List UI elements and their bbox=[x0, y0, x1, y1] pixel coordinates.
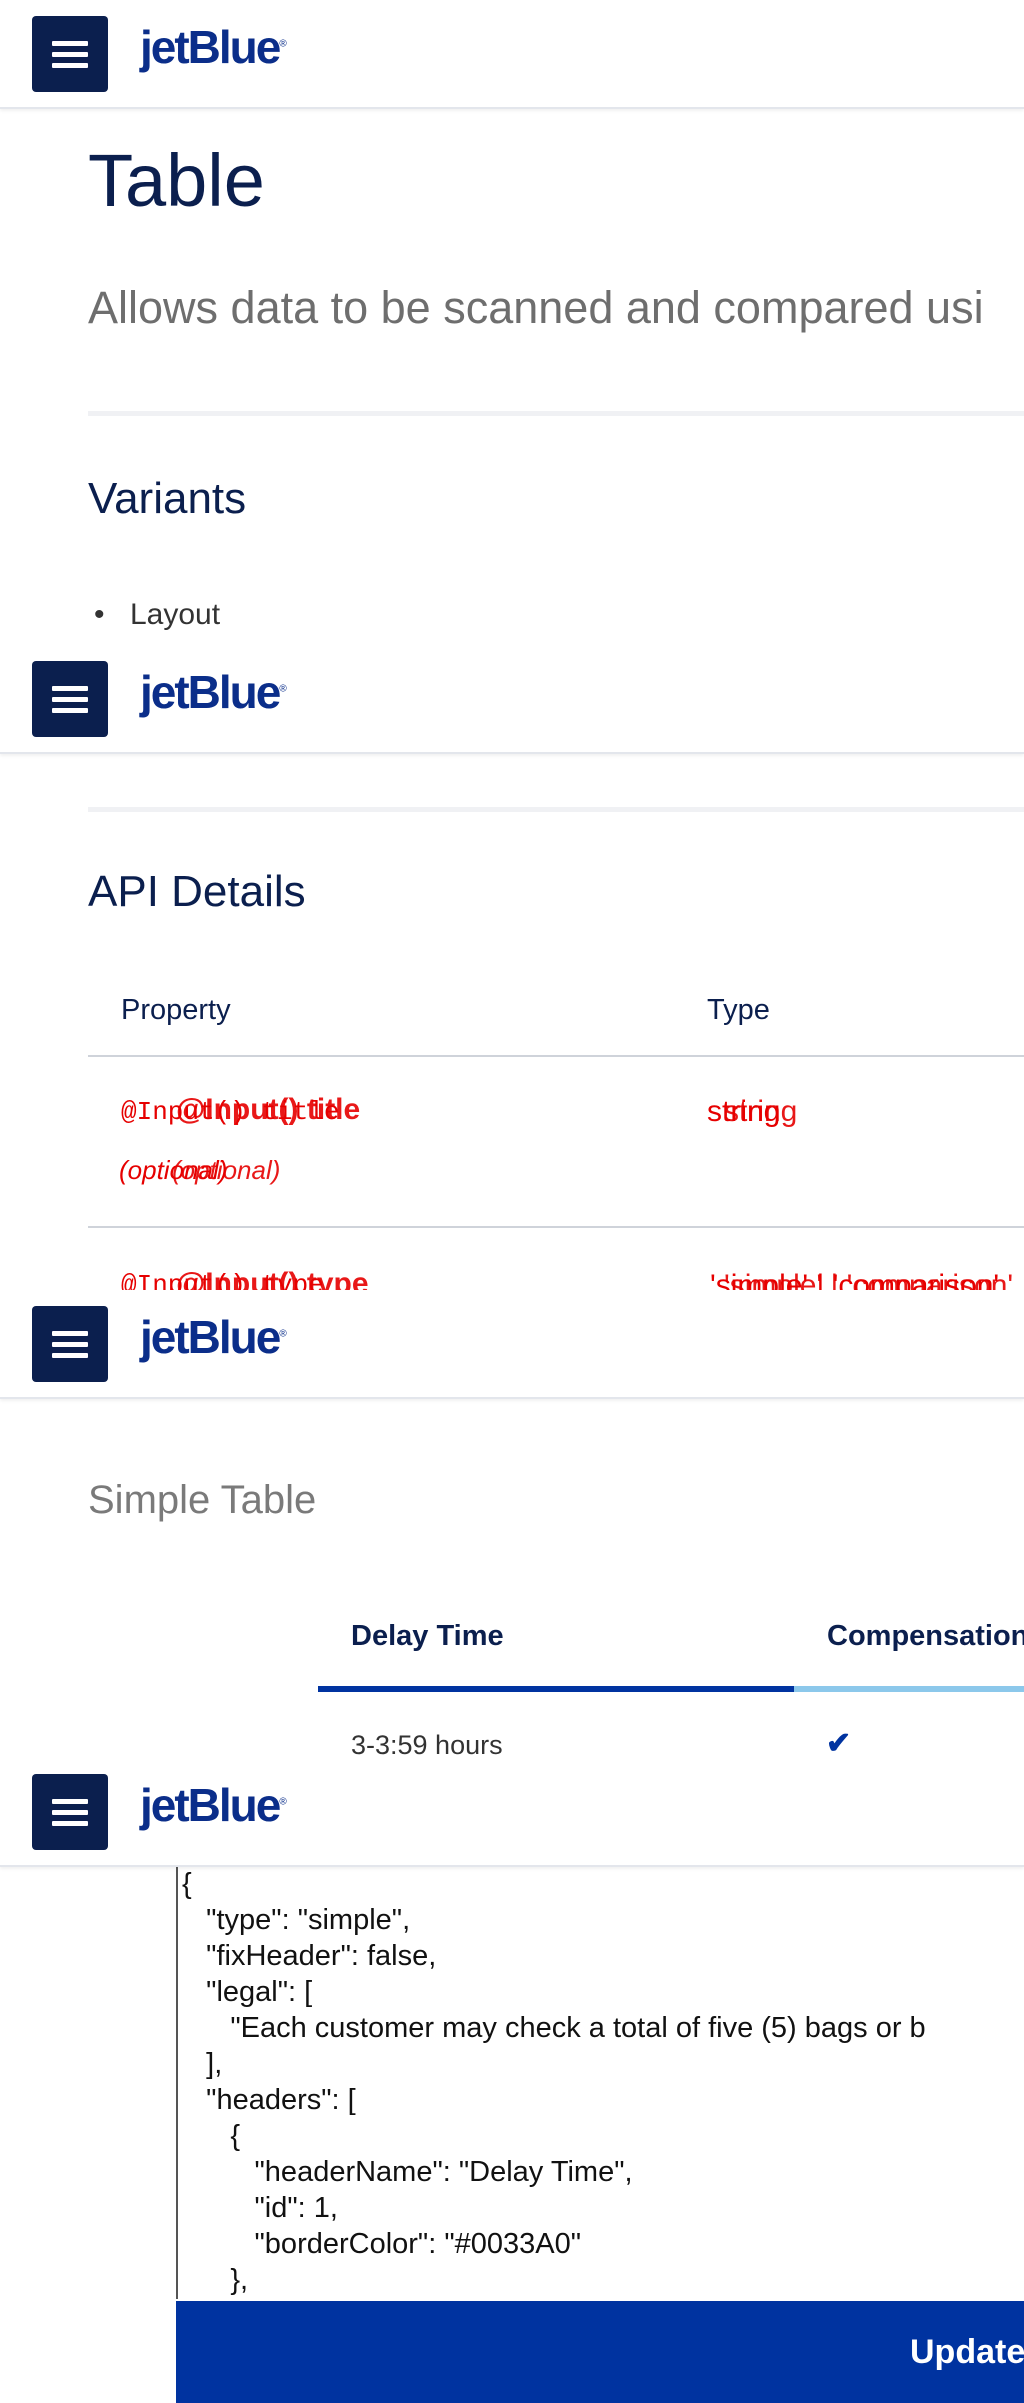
property-type-overlay: string bbox=[724, 1095, 798, 1128]
jetblue-logo[interactable]: jetBlue® bbox=[140, 665, 287, 719]
section-divider bbox=[88, 807, 1024, 812]
checkmark-icon: ✔ bbox=[826, 1727, 852, 1758]
column-header-compensation: Compensation bbox=[827, 1620, 1024, 1652]
column-header-delay-time: Delay Time bbox=[351, 1620, 504, 1652]
section-divider bbox=[88, 411, 1024, 416]
optional-label-overlay: (optional) bbox=[172, 1155, 281, 1185]
column-border-compensation bbox=[794, 1686, 1024, 1692]
simple-table-heading: Simple Table bbox=[88, 1478, 317, 1522]
variants-heading: Variants bbox=[88, 474, 247, 523]
jetblue-logo[interactable]: jetBlue® bbox=[140, 1778, 287, 1832]
column-border-delay-time bbox=[318, 1686, 794, 1692]
delay-time-cell: 3-3:59 hours bbox=[351, 1730, 503, 1758]
top-header: jetBlue® bbox=[0, 645, 1024, 754]
variant-item-layout[interactable]: Layout bbox=[94, 598, 220, 632]
hamburger-menu-icon[interactable] bbox=[32, 1306, 108, 1382]
jetblue-logo[interactable]: jetBlue® bbox=[140, 1310, 287, 1364]
screen-segment-3: jetBlue® Simple Table Delay Time Compens… bbox=[0, 1290, 1024, 1758]
screen-segment-1: jetBlue® Table Allows data to be scanned… bbox=[0, 0, 1024, 645]
property-type-overlay: 'simple' | 'comparison' bbox=[724, 1269, 1014, 1290]
top-header: jetBlue® bbox=[0, 1290, 1024, 1399]
table-divider bbox=[88, 1055, 1024, 1057]
top-header: jetBlue® bbox=[0, 0, 1024, 109]
page-intro: Allows data to be scanned and compared u… bbox=[88, 282, 984, 333]
update-button-label: Update bbox=[910, 2333, 1024, 2371]
hamburger-menu-icon[interactable] bbox=[32, 1774, 108, 1850]
update-button[interactable]: Update bbox=[176, 2301, 1024, 2403]
property-name-title-overlay: @Input() title bbox=[176, 1093, 361, 1126]
property-name-type-overlay: @Input() type bbox=[176, 1267, 369, 1290]
screen-segment-2: jetBlue® API Details Property Type @Inpu… bbox=[0, 645, 1024, 1290]
column-header-property: Property bbox=[121, 994, 231, 1026]
jetblue-logo[interactable]: jetBlue® bbox=[140, 20, 287, 74]
hamburger-menu-icon[interactable] bbox=[32, 661, 108, 737]
page-title: Table bbox=[88, 139, 265, 222]
json-config-text[interactable]: { "type": "simple", "fixHeader": false, … bbox=[178, 1866, 1024, 2298]
json-config-editor[interactable]: { "type": "simple", "fixHeader": false, … bbox=[176, 1866, 1024, 2299]
top-header: jetBlue® bbox=[0, 1758, 1024, 1867]
api-details-heading: API Details bbox=[88, 867, 306, 916]
column-header-type: Type bbox=[707, 994, 770, 1026]
table-divider bbox=[88, 1226, 1024, 1228]
hamburger-menu-icon[interactable] bbox=[32, 16, 108, 92]
